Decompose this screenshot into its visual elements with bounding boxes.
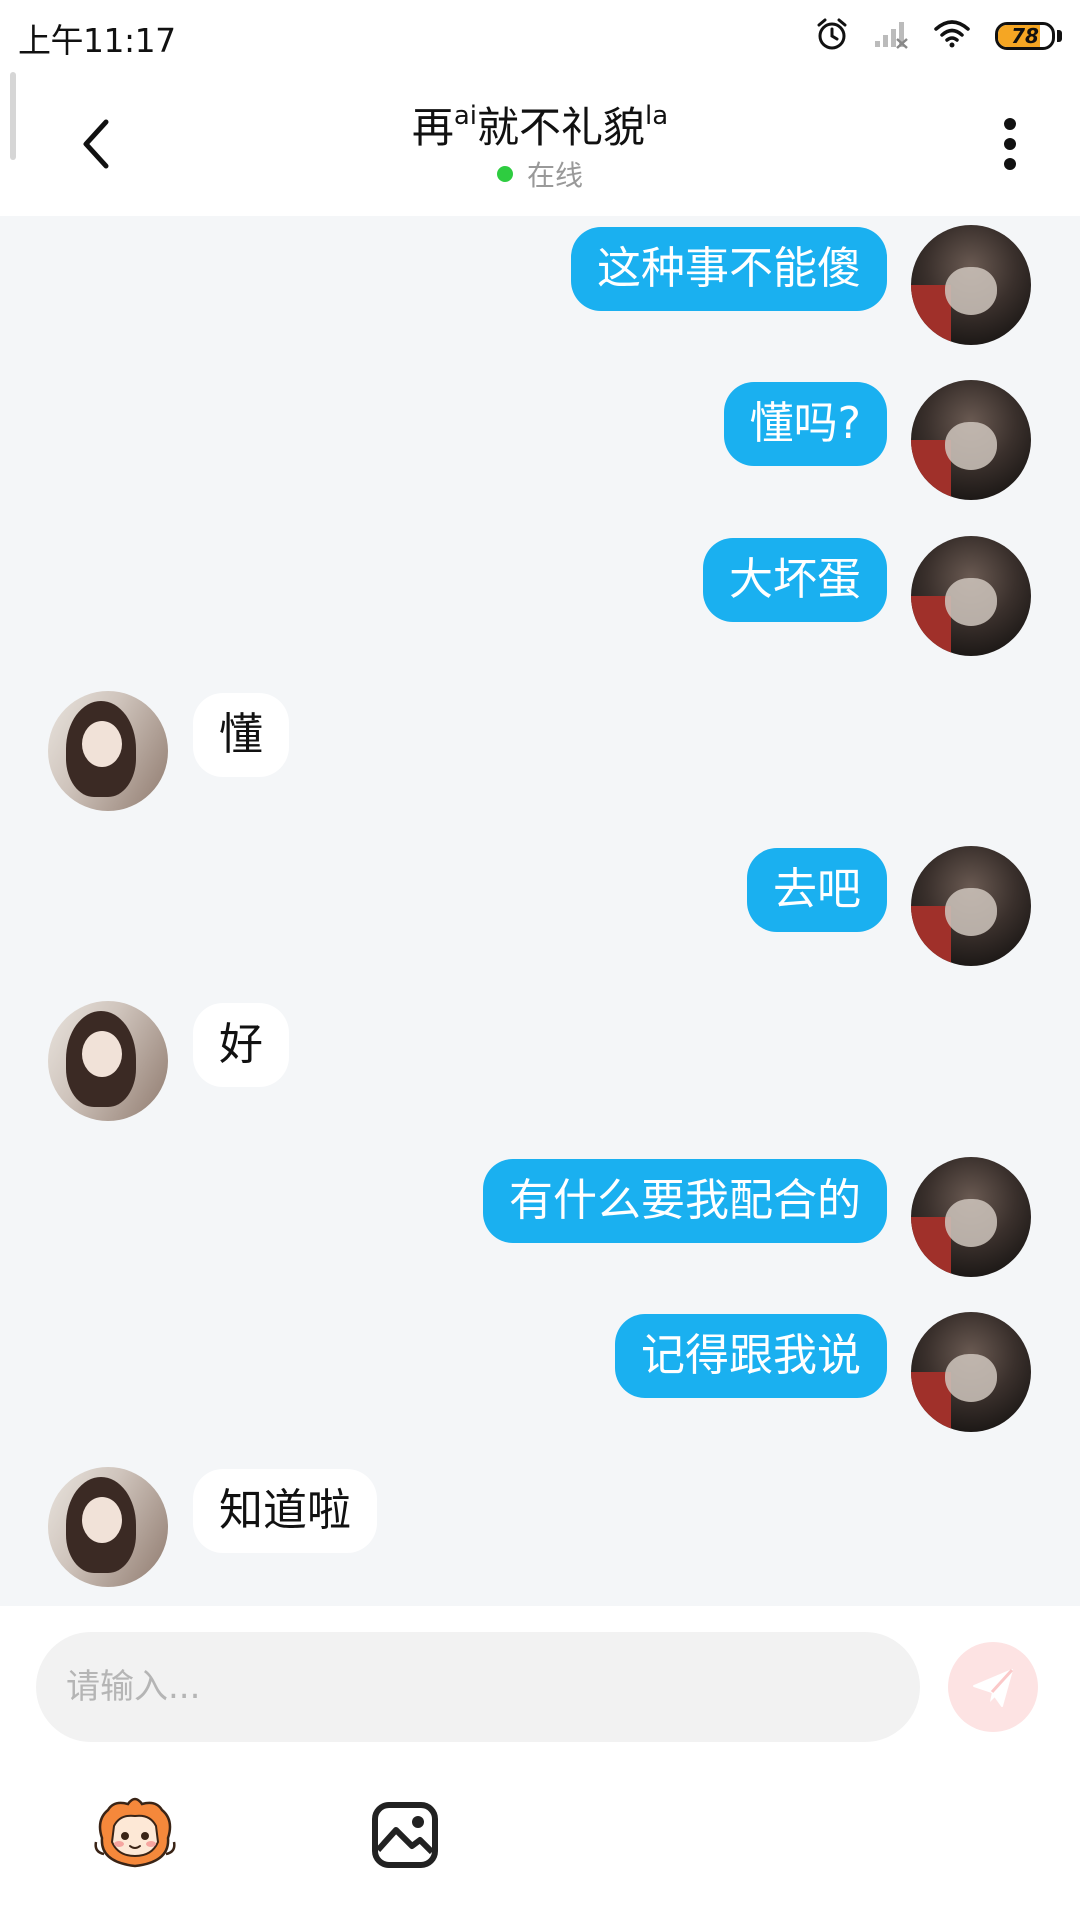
message-sent: 懂吗? bbox=[0, 380, 1080, 502]
message-sent: 大坏蛋 bbox=[0, 536, 1080, 658]
my-avatar[interactable] bbox=[911, 846, 1031, 966]
send-button[interactable] bbox=[948, 1642, 1038, 1732]
contact-avatar[interactable] bbox=[48, 1001, 168, 1121]
status-time: 上午11:17 bbox=[18, 21, 176, 60]
chat-screen: 上午11:17 78 再ai就不礼貌la 在线 这种事不能傻 懂吗? 大坏蛋 懂… bbox=[0, 0, 1080, 1920]
message-bubble[interactable]: 有什么要我配合的 bbox=[483, 1159, 887, 1243]
my-avatar[interactable] bbox=[911, 1312, 1031, 1432]
message-bubble[interactable]: 好 bbox=[193, 1003, 289, 1087]
image-picker-button[interactable] bbox=[362, 1792, 448, 1878]
online-status: 在线 bbox=[0, 154, 1080, 194]
title-part: 就不礼貌 bbox=[477, 103, 646, 152]
message-bubble[interactable]: 记得跟我说 bbox=[615, 1314, 887, 1398]
wifi-icon bbox=[933, 19, 971, 53]
message-received: 好 bbox=[0, 1001, 1080, 1123]
message-bubble[interactable]: 去吧 bbox=[747, 848, 887, 932]
message-received: 知道啦 bbox=[0, 1467, 1080, 1589]
online-dot-icon bbox=[496, 166, 513, 182]
input-panel bbox=[0, 1606, 1080, 1920]
battery-indicator: 78 bbox=[995, 22, 1062, 50]
message-bubble[interactable]: 知道啦 bbox=[193, 1469, 377, 1553]
alarm-icon bbox=[815, 17, 849, 55]
mascot-emoji-button[interactable] bbox=[92, 1792, 178, 1878]
status-bar: 上午11:17 78 bbox=[0, 0, 1080, 72]
message-bubble[interactable]: 懂吗? bbox=[723, 382, 887, 466]
message-bubble[interactable]: 大坏蛋 bbox=[703, 538, 887, 622]
message-sent: 这种事不能傻 bbox=[0, 225, 1080, 347]
contact-avatar[interactable] bbox=[48, 691, 168, 811]
battery-cap bbox=[1057, 30, 1062, 42]
online-status-text: 在线 bbox=[526, 159, 583, 192]
mascot-emoji-icon bbox=[94, 1797, 176, 1868]
message-sent: 记得跟我说 bbox=[0, 1312, 1080, 1434]
my-avatar[interactable] bbox=[911, 536, 1031, 656]
message-bubble[interactable]: 这种事不能傻 bbox=[571, 227, 887, 311]
more-vertical-icon bbox=[1004, 118, 1016, 170]
signal-icon bbox=[873, 19, 909, 53]
message-sent: 有什么要我配合的 bbox=[0, 1157, 1080, 1279]
send-paper-plane-icon bbox=[973, 1668, 1014, 1707]
status-icons: 78 bbox=[815, 16, 1062, 56]
contact-avatar[interactable] bbox=[48, 1467, 168, 1587]
battery-level: 78 bbox=[1011, 24, 1039, 48]
chat-header: 再ai就不礼貌la 在线 bbox=[0, 72, 1080, 216]
message-bubble[interactable]: 懂 bbox=[193, 693, 289, 777]
message-list[interactable]: 这种事不能傻 懂吗? 大坏蛋 懂 去吧 好 有什么要我配合的 记得跟我说 知道啦 bbox=[0, 216, 1080, 1606]
battery-icon: 78 bbox=[995, 22, 1055, 50]
my-avatar[interactable] bbox=[911, 1157, 1031, 1277]
my-avatar[interactable] bbox=[911, 225, 1031, 345]
contact-name: 再ai就不礼貌la bbox=[0, 94, 1080, 155]
image-icon bbox=[372, 1802, 438, 1868]
message-sent: 去吧 bbox=[0, 846, 1080, 968]
my-avatar[interactable] bbox=[911, 380, 1031, 500]
more-button[interactable] bbox=[980, 114, 1040, 174]
message-received: 懂 bbox=[0, 691, 1080, 813]
title-superscript: la bbox=[645, 101, 669, 131]
title-superscript: ai bbox=[453, 101, 477, 131]
message-input[interactable] bbox=[36, 1632, 920, 1742]
title-part: 再 bbox=[411, 103, 454, 152]
